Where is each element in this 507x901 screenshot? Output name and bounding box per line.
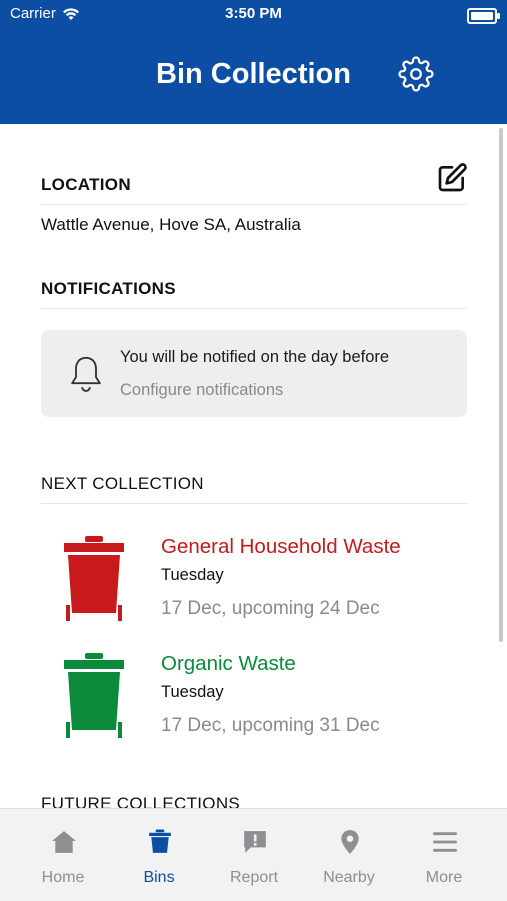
divider [41,204,467,205]
status-time: 3:50 PM [225,5,282,22]
bin-icon [149,829,171,853]
edit-location-icon[interactable] [436,162,468,194]
tab-bar: Home Bins Report Nearby More [0,808,507,901]
notification-message: You will be notified on the day before [120,348,390,366]
divider [41,308,467,309]
scrollbar[interactable] [499,128,503,642]
tab-label: More [425,869,463,886]
menu-icon [433,832,457,852]
green-bin-icon [64,653,124,738]
bin-dates-organic-waste: 17 Dec, upcoming 31 Dec [161,715,380,736]
tab-label: Home [41,869,85,886]
tab-label: Bins [143,869,175,886]
tab-home[interactable]: Home [13,809,113,901]
location-address: Wattle Avenue, Hove SA, Australia [41,215,301,234]
red-bin-icon [64,536,124,621]
report-icon [244,831,266,853]
bin-name-organic-waste: Organic Waste [161,652,296,675]
settings-gear-icon[interactable] [398,56,434,92]
home-icon [52,831,76,853]
tab-bins[interactable]: Bins [109,809,209,901]
tab-nearby[interactable]: Nearby [299,809,399,901]
tab-report[interactable]: Report [204,809,304,901]
bin-day-organic-waste: Tuesday [161,683,224,701]
configure-notifications-link[interactable]: Configure notifications [120,381,283,400]
notifications-card[interactable]: You will be notified on the day before C… [41,330,467,417]
tab-more[interactable]: More [394,809,494,901]
status-bar: Carrier 3:50 PM [0,0,507,28]
app-header: Carrier 3:50 PM Bin Collection [0,0,507,124]
battery-icon [467,8,500,24]
next-collection-heading: NEXT COLLECTION [41,474,204,493]
notifications-heading: NOTIFICATIONS [41,279,176,298]
bin-day-general-waste: Tuesday [161,566,224,584]
bin-name-general-waste: General Household Waste [161,535,401,558]
location-pin-icon [341,830,359,854]
bell-icon [71,356,101,392]
tab-label: Nearby [323,869,375,886]
tab-label: Report [229,869,279,886]
location-heading: LOCATION [41,175,131,194]
bin-dates-general-waste: 17 Dec, upcoming 24 Dec [161,598,380,619]
divider [41,503,467,504]
